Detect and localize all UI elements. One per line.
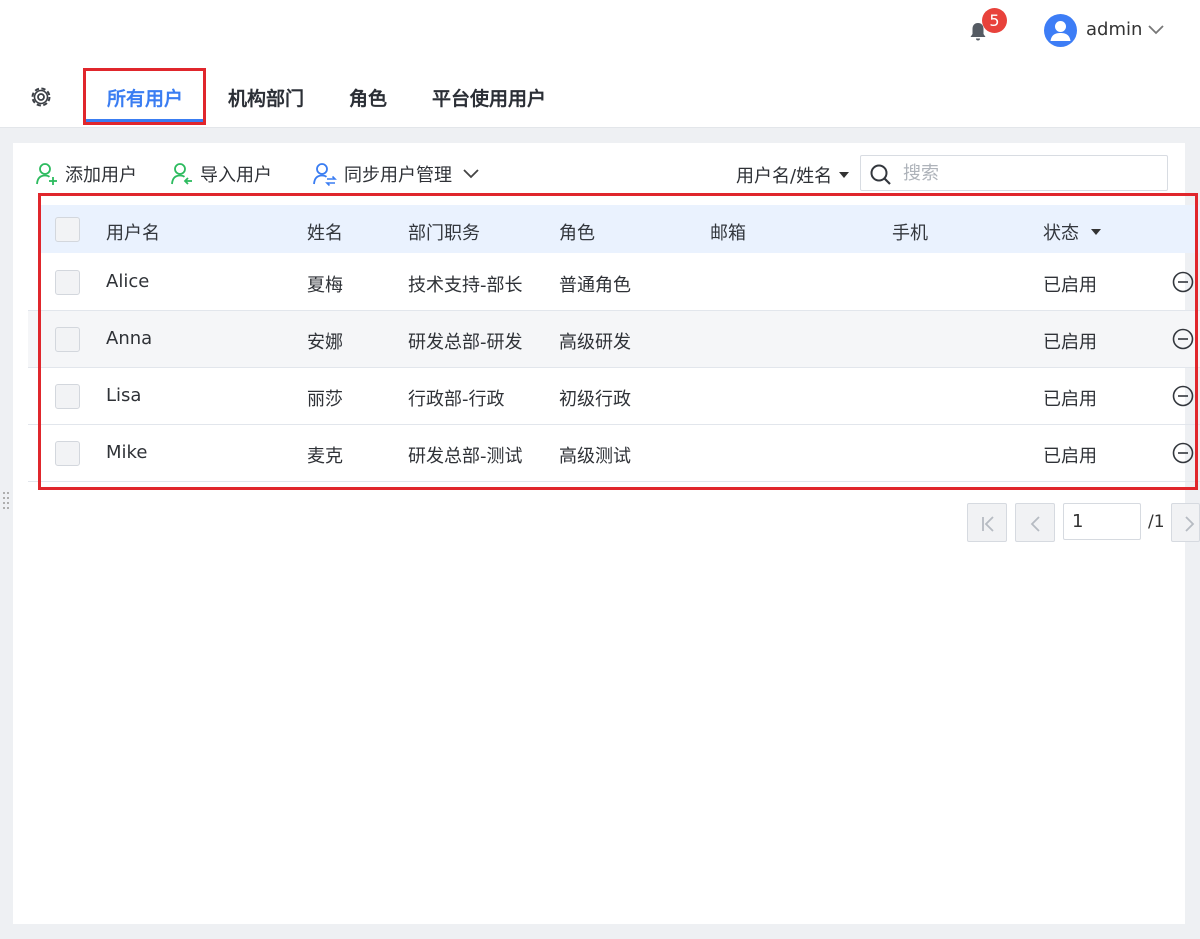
add-user-icon <box>36 163 57 185</box>
next-page-button[interactable] <box>1171 503 1200 542</box>
table-highlight-box <box>38 193 1198 490</box>
previous-page-button[interactable] <box>1015 503 1055 542</box>
first-page-button[interactable] <box>967 503 1007 542</box>
chevron-down-icon <box>463 169 479 179</box>
page-number-input[interactable] <box>1063 503 1141 540</box>
search-input[interactable] <box>903 160 1153 186</box>
tab-roles[interactable]: 角色 <box>349 84 387 111</box>
search-box[interactable] <box>860 155 1168 191</box>
gear-icon[interactable] <box>28 84 54 110</box>
import-user-label: 导入用户 <box>200 165 272 186</box>
total-pages-label: /1 <box>1148 512 1165 532</box>
import-user-button[interactable]: 导入用户 <box>170 161 272 187</box>
sync-user-icon <box>313 163 337 187</box>
username-label[interactable]: admin <box>1086 19 1142 40</box>
notification-badge: 5 <box>982 8 1007 33</box>
drag-handle-icon[interactable] <box>2 490 10 510</box>
add-user-button[interactable]: 添加用户 <box>35 161 137 187</box>
tab-org-departments[interactable]: 机构部门 <box>228 84 304 111</box>
import-user-icon <box>171 163 192 185</box>
tab-platform-users[interactable]: 平台使用用户 <box>432 84 546 111</box>
add-user-label: 添加用户 <box>65 165 137 186</box>
avatar[interactable] <box>1044 14 1077 47</box>
tab-highlight-box <box>83 68 206 125</box>
chevron-right-icon <box>1185 516 1195 532</box>
first-page-icon <box>982 516 994 532</box>
user-avatar-icon <box>1050 21 1071 41</box>
search-field-label: 用户名/姓名 <box>736 166 833 187</box>
caret-down-icon <box>839 172 850 178</box>
search-field-select[interactable]: 用户名/姓名 <box>736 162 850 188</box>
sync-user-manage-label: 同步用户管理 <box>344 165 452 186</box>
chevron-down-icon[interactable] <box>1146 22 1166 38</box>
chevron-left-icon <box>1030 516 1040 532</box>
search-icon[interactable] <box>869 163 893 187</box>
sync-user-manage-dropdown[interactable]: 同步用户管理 <box>312 161 486 187</box>
